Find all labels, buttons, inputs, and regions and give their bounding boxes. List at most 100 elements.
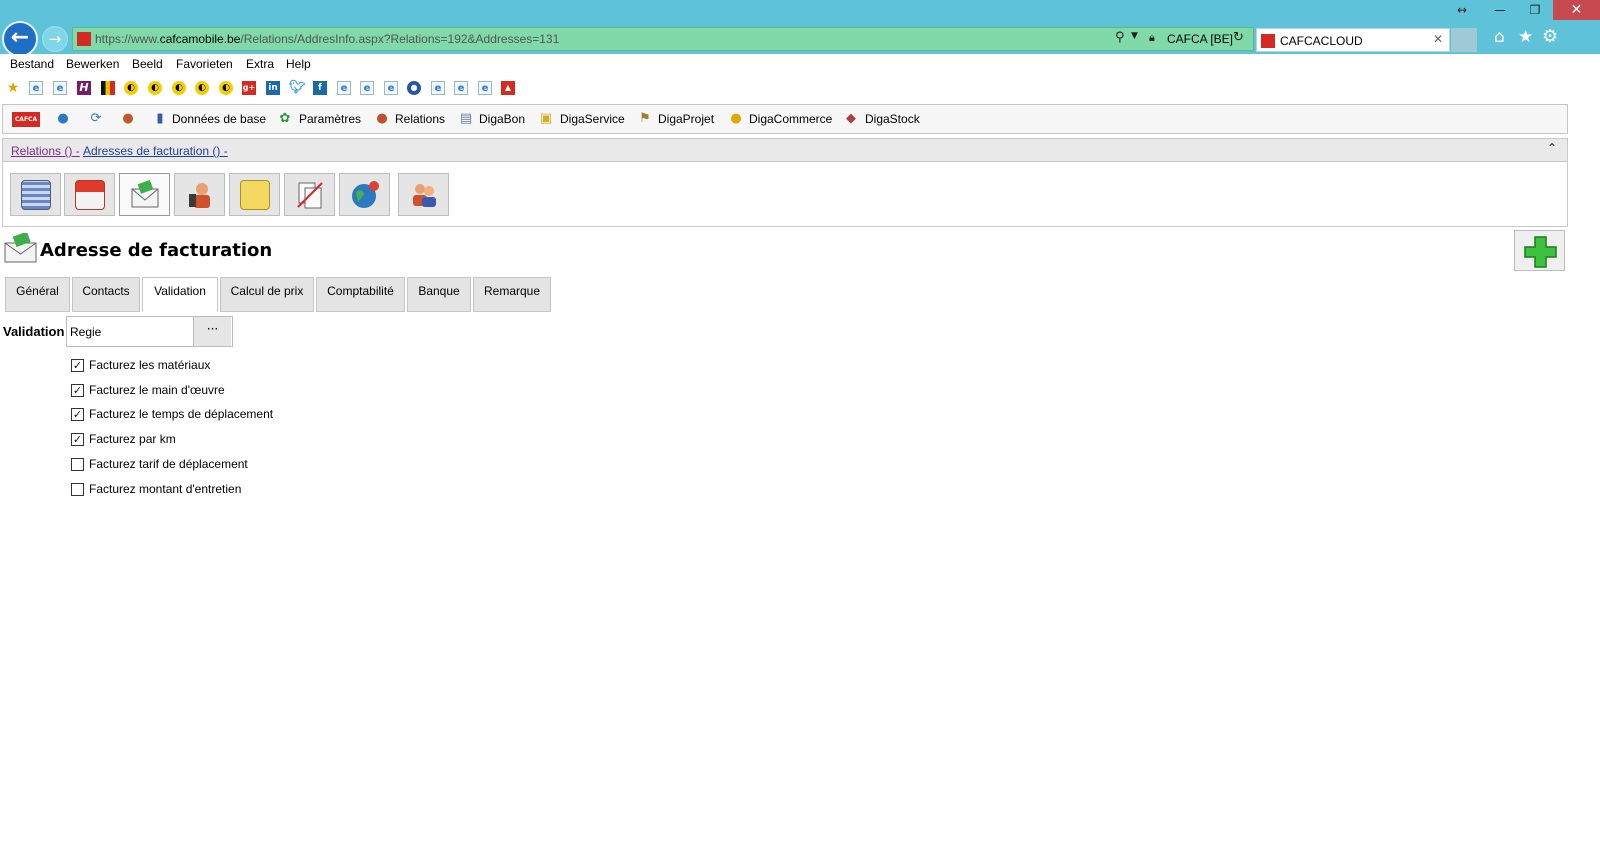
close-tab-icon[interactable]: ✕ xyxy=(1433,32,1443,46)
refresh-icon[interactable]: ↻ xyxy=(1233,30,1244,45)
user-icon[interactable]: ● xyxy=(120,111,136,127)
nav-digaservice[interactable]: DigaService xyxy=(560,112,625,126)
nav-donnees-de-base[interactable]: Données de base xyxy=(172,112,266,126)
yellow-link-icon[interactable]: ◐ xyxy=(172,81,186,95)
globe-link-icon[interactable]: ● xyxy=(407,81,421,95)
add-button[interactable] xyxy=(1514,230,1565,271)
no-documents-button[interactable] xyxy=(284,173,335,216)
lock-icon[interactable]: 🔒︎ xyxy=(1149,31,1155,45)
globe-icon[interactable]: ● xyxy=(55,111,71,127)
collapse-icon[interactable]: ⌃ xyxy=(1547,141,1557,155)
restore-button[interactable]: ❐ xyxy=(1520,0,1550,20)
breadcrumb-adresses-facturation[interactable]: Adresses de facturation () - xyxy=(83,144,228,158)
nav-digaprojet[interactable]: DigaProjet xyxy=(658,112,714,126)
google-plus-icon[interactable]: g+ xyxy=(242,81,256,95)
contact-button[interactable] xyxy=(174,173,225,216)
h-link-icon[interactable]: H xyxy=(77,81,91,95)
browser-tab[interactable]: CAFCACLOUD ✕ xyxy=(1256,28,1450,52)
facebook-icon[interactable]: f xyxy=(313,81,327,95)
users-button[interactable] xyxy=(398,173,449,216)
yellow-link-icon[interactable]: ◐ xyxy=(124,81,138,95)
checkbox-label: Facturez le main d'œuvre xyxy=(89,383,225,397)
checkbox-main-oeuvre[interactable]: ✓ xyxy=(71,384,84,397)
globe-icon xyxy=(352,181,379,208)
nav-digacommerce[interactable]: DigaCommerce xyxy=(749,112,832,126)
tab-general[interactable]: Général xyxy=(5,277,70,312)
minimize-button[interactable]: — xyxy=(1485,0,1515,20)
ie-link-icon[interactable]: e xyxy=(454,81,468,95)
twitter-icon[interactable]: 🐦︎ xyxy=(289,81,306,95)
tab-calcul-de-prix[interactable]: Calcul de prix xyxy=(220,277,314,312)
checkbox-materiaux[interactable]: ✓ xyxy=(71,359,84,372)
ie-link-icon[interactable]: e xyxy=(431,81,445,95)
yellow-link-icon[interactable]: ◐ xyxy=(148,81,162,95)
internet-button[interactable] xyxy=(339,173,390,216)
tab-remarque[interactable]: Remarque xyxy=(473,277,551,312)
ie-link-icon[interactable]: e xyxy=(360,81,374,95)
new-tab-button[interactable] xyxy=(1451,28,1477,52)
nav-digastock[interactable]: DigaStock xyxy=(865,112,920,126)
app-navigation: CAFCA ● ⟳ ● ▮ Données de base ✿ Paramètr… xyxy=(2,104,1568,134)
validation-input[interactable]: Regie xyxy=(70,325,101,339)
ie-link-icon[interactable]: e xyxy=(478,81,492,95)
folder-button[interactable] xyxy=(229,173,280,216)
folder-icon xyxy=(240,180,270,210)
envelope-icon xyxy=(131,180,159,208)
search-icon[interactable]: ⚲ xyxy=(1115,30,1125,45)
ie-link-icon[interactable]: e xyxy=(337,81,351,95)
ie-link-icon[interactable]: e xyxy=(53,81,67,95)
digacommerce-icon: ● xyxy=(730,111,742,126)
menu-favorieten[interactable]: Favorieten xyxy=(176,57,233,71)
database-icon: ▮ xyxy=(156,111,164,126)
browser-titlebar: ↔ — ❐ ✕ ← → https://www.cafcamobile.be/R… xyxy=(0,0,1600,57)
menu-bewerken[interactable]: Bewerken xyxy=(66,57,119,71)
breadcrumb-relations[interactable]: Relations () - xyxy=(11,144,80,158)
resize-icon[interactable]: ↔ xyxy=(1448,0,1476,20)
billing-address-button[interactable] xyxy=(119,173,170,216)
checkbox-tarif-deplacement[interactable] xyxy=(71,458,84,471)
ie-link-icon[interactable]: e xyxy=(29,81,43,95)
checkbox-label: Facturez par km xyxy=(89,432,176,446)
menu-bestand[interactable]: Bestand xyxy=(10,57,54,71)
ie-link-icon[interactable]: e xyxy=(384,81,398,95)
nav-digabon[interactable]: DigaBon xyxy=(479,112,525,126)
yellow-link-icon[interactable]: ◐ xyxy=(195,81,209,95)
nav-parametres[interactable]: Paramètres xyxy=(299,112,361,126)
site-favicon-icon xyxy=(77,32,91,46)
url-text[interactable]: https://www.cafcamobile.be/Relations/Add… xyxy=(95,32,559,46)
menu-bar: Bestand Bewerken Beeld Favorieten Extra … xyxy=(0,54,1600,76)
address-bar[interactable]: https://www.cafcamobile.be/Relations/Add… xyxy=(72,27,1254,51)
delivery-button[interactable] xyxy=(64,173,115,216)
cafca-link-icon[interactable]: ▲ xyxy=(501,81,515,95)
menu-help[interactable]: Help xyxy=(286,57,311,71)
digaprojet-icon: ⚑ xyxy=(639,111,651,126)
menu-beeld[interactable]: Beeld xyxy=(132,57,163,71)
favorites-star-icon[interactable]: ★ xyxy=(1518,27,1533,47)
yellow-link-icon[interactable]: ◐ xyxy=(219,81,233,95)
add-favorite-icon[interactable]: ★ xyxy=(6,81,20,95)
building-button[interactable] xyxy=(10,173,61,216)
validation-browse-button[interactable]: ··· xyxy=(193,317,231,346)
checkbox-par-km[interactable]: ✓ xyxy=(71,433,84,446)
tab-banque[interactable]: Banque xyxy=(407,277,471,312)
back-button[interactable]: ← xyxy=(2,21,38,57)
forward-button[interactable]: → xyxy=(42,26,68,52)
linkedin-icon[interactable]: in xyxy=(266,81,280,95)
sync-icon[interactable]: ⟳ xyxy=(88,111,104,127)
cafca-logo[interactable]: CAFCA xyxy=(12,112,40,127)
contact-person-icon xyxy=(189,183,210,208)
checkbox-montant-entretien[interactable] xyxy=(71,483,84,496)
nav-relations[interactable]: Relations xyxy=(395,112,445,126)
belgian-flag-icon[interactable] xyxy=(101,81,115,95)
checkbox-temps-deplacement[interactable]: ✓ xyxy=(71,408,84,421)
menu-extra[interactable]: Extra xyxy=(246,57,274,71)
tab-validation[interactable]: Validation xyxy=(142,277,218,312)
house-icon xyxy=(75,180,105,210)
home-icon[interactable]: ⌂ xyxy=(1494,27,1505,47)
dropdown-icon[interactable]: ▼ xyxy=(1131,31,1138,41)
tab-comptabilite[interactable]: Comptabilité xyxy=(316,277,405,312)
certificate-label[interactable]: CAFCA [BE] xyxy=(1167,32,1233,46)
tab-contacts[interactable]: Contacts xyxy=(72,277,140,312)
gear-icon[interactable]: ⚙ xyxy=(1542,26,1558,47)
close-window-button[interactable]: ✕ xyxy=(1553,0,1600,20)
